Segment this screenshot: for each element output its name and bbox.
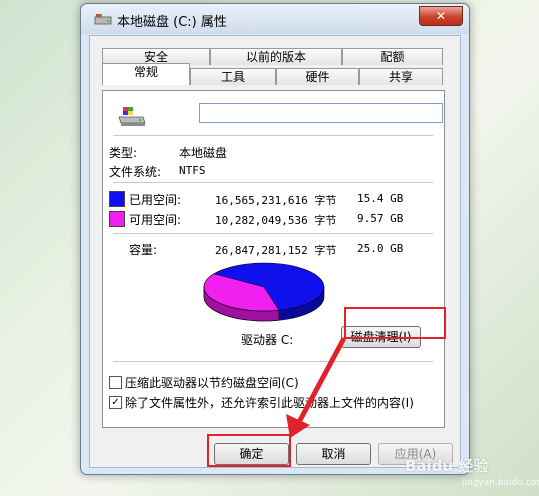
watermark: Baidu 经验 [405,457,489,475]
watermark-url: jingyan.baidu.com [462,478,539,488]
annotation-arrow [286,337,346,438]
